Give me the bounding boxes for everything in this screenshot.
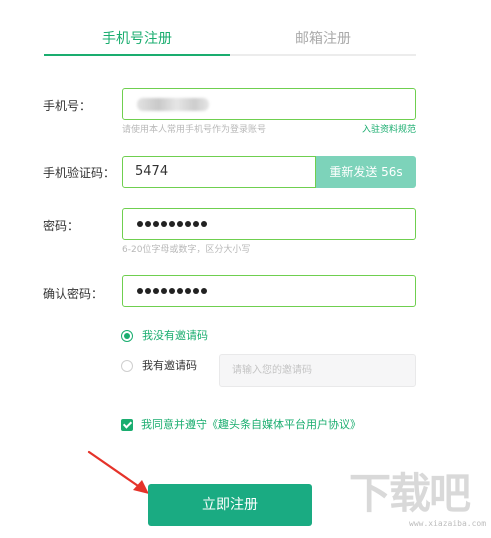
mask-dot bbox=[193, 221, 199, 227]
phone-value-blurred bbox=[137, 98, 209, 111]
mask-dot bbox=[169, 288, 175, 294]
confirm-password-label: 确认密码： bbox=[43, 287, 104, 301]
agreement-checkbox-row[interactable]: 我同意并遵守 《趣头条自媒体平台用户协议》 bbox=[121, 417, 361, 433]
site-watermark: 下载吧 www.xiazaiba.com bbox=[349, 470, 489, 534]
confirm-password-input[interactable] bbox=[122, 275, 416, 307]
checkbox-checked-icon bbox=[121, 419, 133, 431]
password-input[interactable] bbox=[122, 208, 416, 240]
radio-have-invite-code[interactable]: 我有邀请码 bbox=[121, 358, 197, 374]
registration-guidelines-link[interactable]: 入驻资料规范 bbox=[362, 124, 416, 136]
register-submit-button[interactable]: 立即注册 bbox=[148, 484, 312, 526]
password-mask bbox=[137, 221, 207, 229]
mask-dot bbox=[185, 288, 191, 294]
radio-no-invite-code[interactable]: 我没有邀请码 bbox=[121, 328, 208, 344]
password-label: 密码： bbox=[43, 219, 80, 233]
watermark-url: www.xiazaiba.com bbox=[409, 519, 487, 528]
mask-dot bbox=[137, 288, 143, 294]
tab-divider bbox=[230, 54, 416, 56]
password-hint: 6-20位字母或数字，区分大小写 bbox=[122, 245, 251, 255]
mask-dot bbox=[169, 221, 175, 227]
mask-dot bbox=[201, 288, 207, 294]
code-label: 手机验证码： bbox=[43, 166, 116, 180]
phone-hint: 请使用本人常用手机号作为登录账号 bbox=[122, 125, 267, 135]
mask-dot bbox=[153, 288, 159, 294]
invite-code-input[interactable]: 请输入您的邀请码 bbox=[219, 354, 416, 387]
register-tabs: 手机号注册 邮箱注册 bbox=[44, 28, 416, 56]
mask-dot bbox=[185, 221, 191, 227]
mask-dot bbox=[177, 288, 183, 294]
resend-code-button[interactable]: 重新发送 56s bbox=[316, 156, 416, 188]
mask-dot bbox=[145, 221, 151, 227]
invite-code-placeholder: 请输入您的邀请码 bbox=[232, 365, 312, 376]
user-agreement-link[interactable]: 《趣头条自媒体平台用户协议》 bbox=[207, 418, 361, 432]
mask-dot bbox=[161, 221, 167, 227]
mask-dot bbox=[145, 288, 151, 294]
phone-input[interactable] bbox=[122, 88, 416, 120]
mask-dot bbox=[137, 221, 143, 227]
tab-phone-register[interactable]: 手机号注册 bbox=[44, 28, 230, 50]
mask-dot bbox=[153, 221, 159, 227]
radio-unchecked-icon bbox=[121, 360, 133, 372]
agreement-text: 我同意并遵守 bbox=[141, 418, 207, 431]
phone-label: 手机号： bbox=[43, 99, 92, 113]
watermark-logo-text: 下载吧 bbox=[349, 469, 471, 518]
code-input[interactable]: 5474 bbox=[122, 156, 316, 188]
tab-email-register[interactable]: 邮箱注册 bbox=[230, 28, 416, 50]
mask-dot bbox=[177, 221, 183, 227]
radio-checked-icon bbox=[121, 330, 133, 342]
confirm-password-mask bbox=[137, 288, 207, 296]
code-value: 5474 bbox=[135, 164, 169, 179]
mask-dot bbox=[161, 288, 167, 294]
radio-no-invite-label: 我没有邀请码 bbox=[142, 329, 208, 342]
mask-dot bbox=[193, 288, 199, 294]
radio-have-invite-label: 我有邀请码 bbox=[142, 359, 197, 372]
mask-dot bbox=[201, 221, 207, 227]
red-arrow-icon bbox=[87, 450, 149, 494]
tab-active-indicator bbox=[44, 54, 230, 56]
